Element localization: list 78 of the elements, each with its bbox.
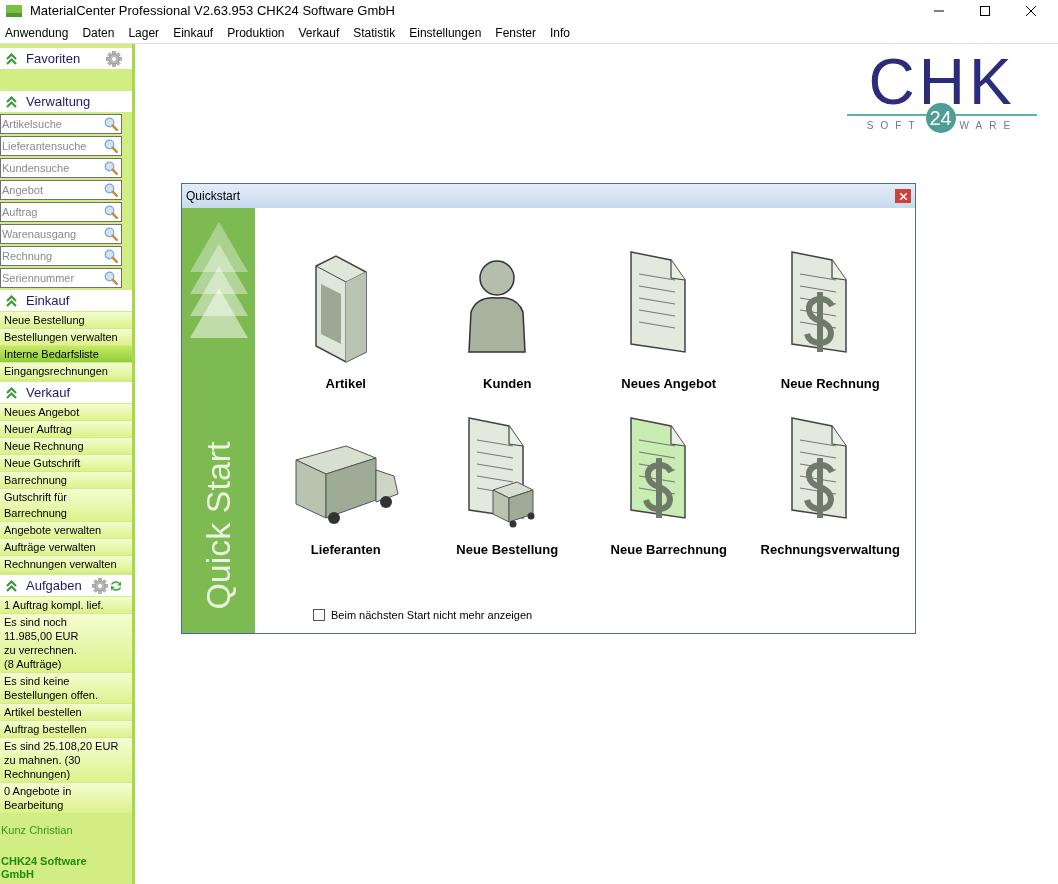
- menu-item[interactable]: Lager: [128, 23, 160, 42]
- menu-item[interactable]: Verkauf: [298, 23, 340, 42]
- quickstart-tile[interactable]: Rechnungsverwaltung: [749, 409, 911, 559]
- banner-title: Quick Start: [198, 440, 238, 610]
- settings-icon[interactable]: [106, 50, 122, 67]
- user-name: Kunz Christian: [0, 823, 74, 838]
- sidebar-link[interactable]: Rechnungen verwalten: [0, 556, 132, 573]
- task-item[interactable]: Artikel bestellen: [0, 704, 132, 721]
- search-field[interactable]: Angebot: [0, 180, 122, 200]
- section-header[interactable]: Einkauf: [0, 290, 132, 311]
- checkbox-label: Beim nächsten Start nicht mehr anzeigen: [331, 607, 533, 623]
- menu-item[interactable]: Daten: [82, 23, 115, 42]
- menu-item[interactable]: Produktion: [227, 23, 285, 42]
- checkbox[interactable]: [313, 608, 325, 621]
- company-logo: CHK SOFT 24 WARE: [847, 50, 1037, 142]
- sidebar-link[interactable]: Neue Bestellung: [0, 312, 132, 329]
- collapse-icon[interactable]: [6, 294, 17, 307]
- dialog-title: Quickstart: [186, 188, 241, 205]
- section-title: Verkauf: [26, 383, 72, 402]
- app-icon: [6, 5, 22, 17]
- quickstart-tile[interactable]: Neue Rechnung: [749, 244, 911, 394]
- search-field[interactable]: Warenausgang: [0, 224, 122, 244]
- task-item[interactable]: Es sind keine Bestellungen offen.: [0, 673, 132, 704]
- search-field[interactable]: Artikelsuche: [0, 114, 122, 134]
- quickstart-tile[interactable]: Lieferanten: [265, 409, 427, 559]
- section-title: Favoriten: [26, 49, 82, 68]
- sidebar-link[interactable]: Neue Rechnung: [0, 438, 132, 455]
- sidebar-link[interactable]: Angebote verwalten: [0, 522, 132, 539]
- search-field[interactable]: Seriennummer: [0, 268, 122, 288]
- menu-item[interactable]: Statistik: [353, 23, 396, 42]
- collapse-icon[interactable]: [6, 579, 17, 592]
- company-name: CHK24 Software GmbH: [0, 854, 88, 881]
- menu-item[interactable]: Fenster: [495, 23, 536, 42]
- section-header[interactable]: Aufgaben: [0, 575, 132, 596]
- collapse-icon[interactable]: [6, 52, 17, 65]
- menu-item[interactable]: Einkauf: [173, 23, 214, 42]
- close-icon: [899, 192, 907, 200]
- dialog-close-button[interactable]: [895, 189, 911, 203]
- task-item[interactable]: 1 Auftrag kompl. lief.: [0, 597, 132, 614]
- collapse-icon[interactable]: [6, 95, 17, 108]
- quickstart-tile[interactable]: Neue Barrechnung: [588, 409, 750, 559]
- section-header[interactable]: Verkauf: [0, 382, 132, 403]
- sidebar-link[interactable]: Gutschrift für Barrechnung: [0, 489, 132, 522]
- sidebar-link[interactable]: Neues Angebot: [0, 404, 132, 421]
- search-field[interactable]: Lieferantensuche: [0, 136, 122, 156]
- search-field[interactable]: Rechnung: [0, 246, 122, 266]
- sidebar-link[interactable]: Interne Bedarfsliste: [0, 346, 132, 363]
- section-header[interactable]: Favoriten: [0, 48, 132, 69]
- maximize-icon[interactable]: [980, 6, 990, 16]
- triangles-icon: [189, 222, 248, 338]
- task-item[interactable]: Es sind noch 11.985,00 EUR zu verrechnen. (8 Aufträge): [0, 614, 132, 673]
- section-header[interactable]: Verwaltung: [0, 91, 132, 112]
- quickstart-tile[interactable]: Kunden: [426, 244, 588, 394]
- section-title: Einkauf: [26, 291, 71, 310]
- sidebar-link[interactable]: Aufträge verwalten: [0, 539, 132, 556]
- window-title: MaterialCenter Professional V2.63.953 CHK24 Software GmbH: [30, 2, 396, 21]
- refresh-icon[interactable]: [110, 578, 122, 593]
- close-icon[interactable]: [1026, 6, 1036, 16]
- quickstart-tile[interactable]: Neues Angebot: [588, 244, 750, 394]
- sidebar-link[interactable]: Bestellungen verwalten: [0, 329, 132, 346]
- collapse-icon[interactable]: [6, 386, 17, 399]
- task-item[interactable]: Auftrag bestellen: [0, 721, 132, 738]
- quickstart-tile[interactable]: Artikel: [265, 244, 427, 394]
- section-title: Aufgaben: [26, 576, 83, 595]
- menu-item[interactable]: Einstellungen: [409, 23, 482, 42]
- settings-icon[interactable]: [92, 577, 108, 594]
- sidebar-link[interactable]: Barrechnung: [0, 472, 132, 489]
- sidebar-link[interactable]: Eingangsrechnungen: [0, 363, 132, 380]
- section-title: Verwaltung: [26, 92, 92, 111]
- menu-item[interactable]: Anwendung: [5, 23, 69, 42]
- task-item[interactable]: 0 Angebote in Bearbeitung: [0, 783, 132, 814]
- sidebar-link[interactable]: Neue Gutschrift: [0, 455, 132, 472]
- search-field[interactable]: Kundensuche: [0, 158, 122, 178]
- menu-item[interactable]: Info: [550, 23, 570, 42]
- sidebar-link[interactable]: Neuer Auftrag: [0, 421, 132, 438]
- quickstart-tile[interactable]: Neue Bestellung: [426, 409, 588, 559]
- search-field[interactable]: Auftrag: [0, 202, 122, 222]
- task-item[interactable]: Es sind 25.108,20 EUR zu mahnen. (30 Rechnungen): [0, 738, 132, 783]
